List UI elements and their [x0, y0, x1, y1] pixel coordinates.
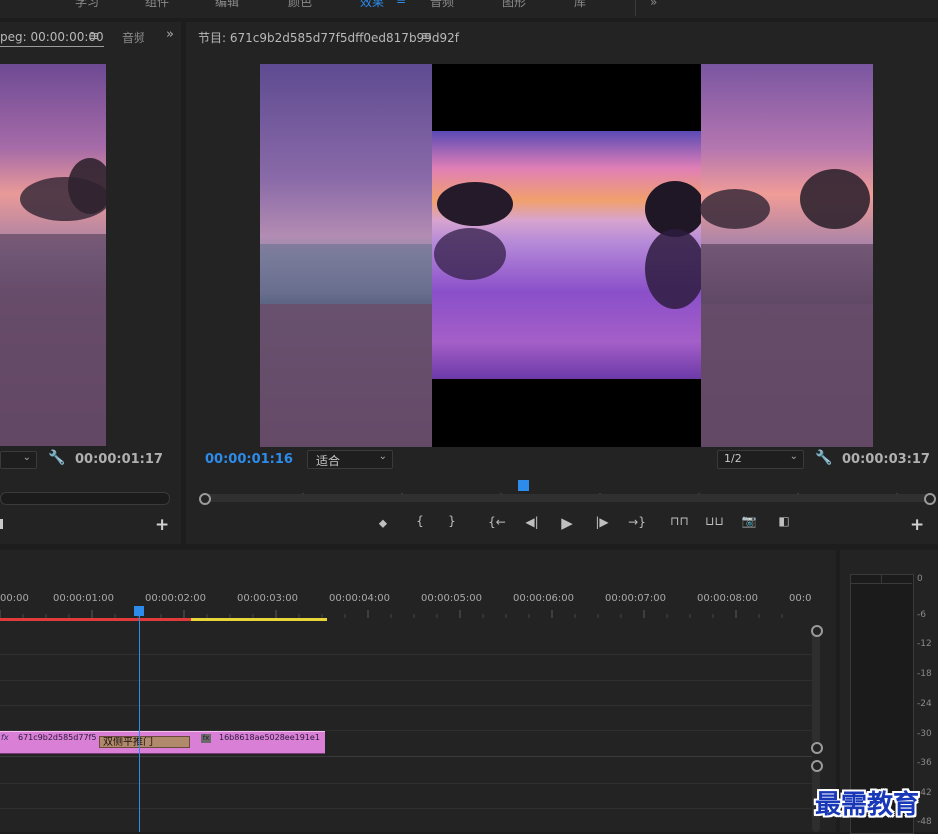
audio-tab[interactable]: 音频	[122, 29, 144, 46]
render-bar-red	[0, 618, 191, 621]
program-duration: 00:00:03:17	[842, 452, 930, 467]
meter-scale-label: -36	[917, 758, 932, 768]
meter-scale-label: 0	[917, 574, 923, 584]
audio-scrollbar-handle[interactable]	[811, 760, 823, 772]
workspace-libraries[interactable]: 库	[574, 0, 586, 10]
meter-scale-label: -48	[917, 817, 932, 827]
workspace-audio[interactable]: 音频	[430, 0, 454, 10]
track-divider	[0, 756, 812, 757]
scrollbar-bottom-handle[interactable]	[811, 742, 823, 754]
source-timecode: 00:00:01:17	[75, 452, 163, 467]
mark-out-icon[interactable]: }	[443, 514, 461, 528]
export-frame-camera-icon[interactable]: 📷	[740, 514, 758, 528]
ruler-label: 00:00:07:00	[605, 593, 667, 604]
chevron-down-icon: ⌄	[789, 451, 798, 462]
track-divider	[0, 783, 812, 784]
track-divider	[0, 680, 812, 681]
program-add-button[interactable]: +	[910, 515, 924, 535]
program-playhead[interactable]	[517, 480, 529, 491]
clip2-label: 16b8618ae5028ee191e1	[219, 733, 320, 742]
step-back-icon[interactable]: ◀|	[523, 515, 541, 529]
ruler-label: 00:0	[789, 593, 812, 604]
watermark-logo: 最需教育	[815, 790, 920, 820]
meter-scale-label: -30	[917, 729, 932, 739]
clip2-fx-badge[interactable]: fx	[201, 734, 211, 743]
render-bar-yellow	[191, 618, 327, 621]
extract-icon[interactable]: ⊔⊔	[705, 514, 724, 528]
ruler-label: 00:00:03:00	[237, 593, 299, 604]
source-preview-image	[0, 64, 106, 446]
resolution-label: 1/2	[724, 452, 742, 465]
play-icon[interactable]: ▶	[558, 514, 576, 532]
meter-scale-label: -12	[917, 639, 932, 649]
program-title: 节目: 671c9b2d585d77f5dff0ed817b99d92f	[198, 31, 459, 45]
workspace-edit[interactable]: 编辑	[215, 0, 239, 10]
program-menu-icon[interactable]: ≡	[421, 29, 432, 44]
video-track-scrollbar[interactable]	[812, 626, 820, 746]
ruler-label: 00:00:04:00	[329, 593, 391, 604]
program-time-ruler[interactable]	[203, 483, 928, 498]
ruler-label: 00:00:02:00	[145, 593, 207, 604]
workspace-color[interactable]: 颜色	[288, 0, 312, 10]
go-to-out-icon[interactable]: →}	[628, 515, 646, 529]
timeline-playhead-handle[interactable]	[134, 606, 144, 616]
program-preview-frame	[260, 64, 873, 447]
ruler-label: 00:00:01:00	[53, 593, 115, 604]
meter-scale-label: -18	[917, 669, 932, 679]
meter-scale-label: -24	[917, 699, 932, 709]
source-settings-wrench-icon[interactable]: 🔧	[48, 450, 65, 466]
workspace-learn[interactable]: 学习	[75, 0, 99, 10]
program-current-timecode[interactable]: 00:00:01:16	[205, 452, 293, 467]
workspace-divider	[635, 0, 636, 16]
timeline-ruler-ticks[interactable]	[0, 606, 812, 618]
track-divider	[0, 654, 812, 655]
program-settings-wrench-icon[interactable]: 🔧	[815, 450, 832, 466]
timeline-playhead-line	[139, 616, 140, 832]
panel-overflow-icon[interactable]: »	[166, 27, 174, 42]
meter-scale-label: -6	[917, 610, 926, 620]
transition-block[interactable]: 双侧平推门	[99, 736, 190, 748]
workspace-graphics[interactable]: 图形	[502, 0, 526, 10]
zoom-bar-right-handle[interactable]	[924, 493, 936, 505]
workspace-bar: 学习 组件 编辑 颜色 效果 ≡ 音频 图形 库 »	[0, 0, 938, 18]
comparison-view-icon[interactable]: ◧	[775, 514, 793, 528]
clip1-label: 671c9b2d585d77f5	[18, 733, 97, 742]
resolution-dropdown[interactable]: 1/2 ⌄	[717, 450, 804, 469]
mark-in-icon[interactable]: {	[411, 514, 429, 528]
add-marker-icon[interactable]: ⬥	[374, 516, 392, 531]
lift-icon[interactable]: ⊓⊓	[670, 514, 689, 528]
program-fit-label: 适合	[316, 454, 341, 468]
ruler-label: 00:00	[0, 593, 29, 604]
chevron-down-icon: ⌄	[22, 452, 31, 463]
track-divider	[0, 808, 812, 809]
source-tab-menu-icon[interactable]: ≡	[89, 29, 100, 44]
source-fit-dropdown[interactable]: ⌄	[0, 451, 37, 469]
scrollbar-top-handle[interactable]	[811, 625, 823, 637]
meter-channel-divider	[881, 574, 882, 584]
source-add-button[interactable]: +	[155, 515, 169, 535]
meter-scale-label: -42	[917, 788, 932, 798]
source-scrub-bar[interactable]	[0, 492, 170, 505]
source-button-edge[interactable]	[0, 519, 3, 529]
step-forward-icon[interactable]: |▶	[593, 515, 611, 529]
ruler-label: 00:00:08:00	[697, 593, 759, 604]
zoom-bar-left-handle[interactable]	[199, 493, 211, 505]
ruler-label: 00:00:06:00	[513, 593, 575, 604]
workspace-assembly[interactable]: 组件	[145, 0, 169, 10]
more-workspaces-icon[interactable]: »	[650, 0, 657, 9]
workspace-menu-icon[interactable]: ≡	[396, 0, 406, 7]
go-to-in-icon[interactable]: {←	[488, 515, 506, 529]
track-divider	[0, 705, 812, 706]
program-fit-dropdown[interactable]: 适合 ⌄	[307, 450, 393, 469]
program-zoom-bar[interactable]	[204, 494, 930, 502]
ruler-label: 00:00:05:00	[421, 593, 483, 604]
chevron-down-icon: ⌄	[378, 451, 387, 462]
workspace-effects[interactable]: 效果	[360, 0, 384, 10]
clip1-fx-badge[interactable]: fx	[1, 733, 9, 742]
